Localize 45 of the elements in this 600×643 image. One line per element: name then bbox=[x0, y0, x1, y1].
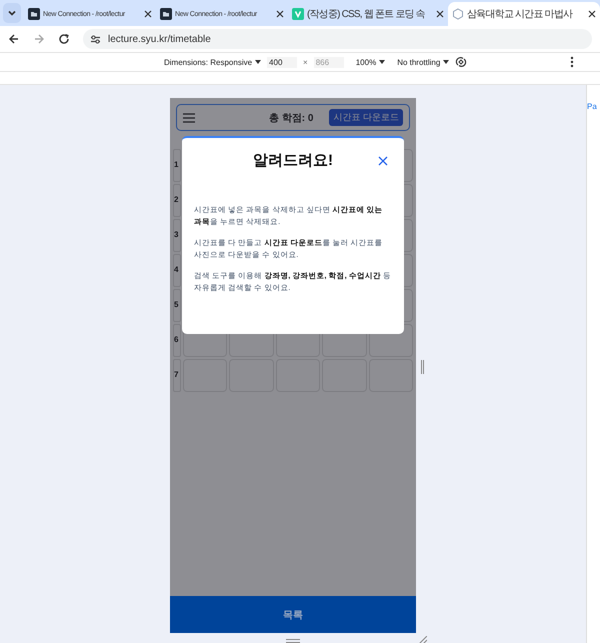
caret-icon bbox=[443, 60, 450, 64]
throttling-dropdown[interactable]: No throttling bbox=[397, 58, 440, 66]
back-icon[interactable] bbox=[8, 33, 20, 45]
resize-handle-icon[interactable] bbox=[286, 639, 300, 643]
tab-title: 삼육대학교 시간표 마법사 bbox=[467, 8, 574, 21]
period-number: 7 bbox=[173, 359, 181, 392]
close-icon[interactable] bbox=[144, 10, 152, 18]
dialog-title: 알려드려요! bbox=[253, 150, 333, 170]
zoom-dropdown[interactable]: 100% bbox=[356, 58, 376, 66]
close-icon[interactable] bbox=[276, 10, 284, 18]
caret-icon bbox=[379, 60, 386, 64]
period-number: 5 bbox=[173, 289, 181, 322]
url-text: lecture.syu.kr/timetable bbox=[108, 34, 211, 44]
total-credits: 총 학점: 0 bbox=[268, 112, 314, 124]
browser-tab[interactable]: (작성중) CSS, 웹 폰트 로딩 속 bbox=[288, 2, 448, 26]
close-icon[interactable] bbox=[436, 10, 444, 18]
address-bar[interactable]: lecture.syu.kr/timetable bbox=[83, 29, 592, 49]
dimensions-dropdown[interactable]: Dimensions: Responsive bbox=[164, 58, 252, 66]
resize-corner-icon[interactable] bbox=[419, 636, 427, 643]
v-logo-icon bbox=[292, 8, 304, 20]
list-button[interactable]: 목록 bbox=[170, 596, 416, 633]
close-icon[interactable] bbox=[588, 10, 596, 18]
resize-handle-icon[interactable] bbox=[421, 360, 424, 374]
site-settings-icon[interactable] bbox=[90, 34, 101, 44]
browser-tab[interactable]: 삼육대학교 시간표 마법사 bbox=[448, 2, 600, 26]
width-field[interactable]: 400 bbox=[267, 56, 298, 68]
hexagon-icon bbox=[452, 8, 464, 20]
menu-icon[interactable] bbox=[183, 112, 195, 122]
panel-tab[interactable]: Pa bbox=[587, 102, 600, 111]
reload-icon[interactable] bbox=[58, 33, 70, 45]
tab-list-button[interactable] bbox=[3, 3, 21, 23]
period-number: 3 bbox=[173, 219, 181, 252]
more-icon[interactable] bbox=[570, 56, 574, 68]
tab-title: (작성중) CSS, 웹 폰트 로딩 속 bbox=[307, 8, 426, 21]
folder-icon bbox=[160, 8, 172, 20]
period-number: 4 bbox=[173, 254, 181, 287]
forward-icon[interactable] bbox=[33, 33, 45, 45]
period-number: 1 bbox=[173, 149, 181, 182]
times-sign: × bbox=[303, 58, 308, 66]
period-number: 2 bbox=[173, 184, 181, 217]
folder-icon bbox=[28, 8, 40, 20]
rotate-icon[interactable] bbox=[455, 56, 468, 68]
caret-icon bbox=[255, 60, 262, 64]
chevron-down-icon bbox=[7, 8, 17, 18]
period-number: 6 bbox=[173, 324, 181, 357]
